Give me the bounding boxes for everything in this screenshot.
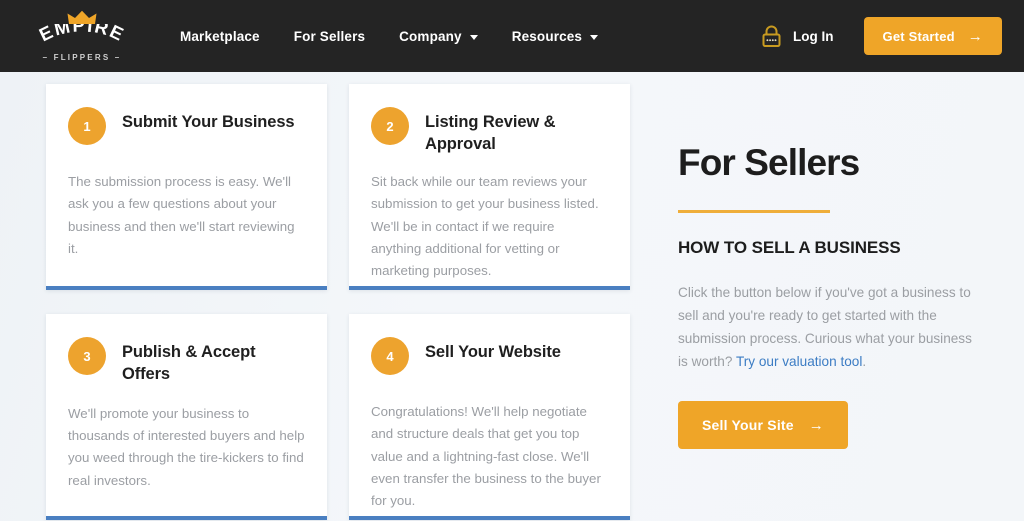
valuation-tool-link[interactable]: Try our valuation tool	[736, 354, 862, 369]
step-title: Listing Review & Approval	[425, 113, 556, 153]
step-description: Sit back while our team reviews your sub…	[371, 174, 599, 279]
sidebar-description: Click the button below if you've got a b…	[678, 281, 978, 373]
logo-wordmark: EMPIRE	[36, 24, 128, 45]
get-started-button[interactable]: Get Started →	[863, 17, 1002, 55]
arrow-right-icon: →	[967, 27, 983, 45]
header-actions: Log In Get Started →	[761, 17, 1002, 55]
padlock-icon	[762, 25, 781, 47]
site-header: EMPIRE – FLIPPERS – Marketplace For Sell…	[0, 0, 1024, 72]
step-description: We'll promote your business to thousands…	[68, 405, 305, 488]
step-card-2[interactable]: 2 Listing Review & Approval Sit back whi…	[349, 84, 630, 290]
step-number-badge: 2	[371, 107, 409, 145]
step-number-badge: 1	[68, 107, 106, 145]
step-card-3[interactable]: 3 Publish & Accept Offers We'll promote …	[46, 314, 327, 520]
nav-item-company[interactable]: Company	[399, 29, 478, 44]
step-card-header: 2 Listing Review & Approval	[371, 106, 608, 154]
step-card-header: 3 Publish & Accept Offers	[68, 336, 305, 386]
step-card-header: 1 Submit Your Business	[68, 106, 305, 154]
section-subheading: HOW TO SELL A BUSINESS	[678, 238, 901, 257]
nav-label: Marketplace	[180, 28, 260, 44]
title-divider	[678, 210, 830, 213]
steps-grid: 1 Submit Your Business The submission pr…	[46, 84, 630, 520]
chevron-down-icon	[590, 34, 599, 40]
nav-item-marketplace[interactable]: Marketplace	[180, 29, 260, 44]
step-card-header: 4 Sell Your Website	[371, 336, 608, 384]
logo[interactable]: EMPIRE – FLIPPERS –	[28, 8, 136, 64]
sidebar-description-tail: .	[862, 354, 867, 370]
step-number-badge: 3	[68, 337, 106, 375]
svg-text:EMPIRE: EMPIRE	[36, 24, 128, 45]
step-number-badge: 4	[371, 337, 409, 375]
login-button[interactable]: Log In	[761, 25, 834, 48]
sell-your-site-button[interactable]: Sell Your Site →	[678, 401, 848, 450]
step-title: Publish & Accept Offers	[122, 343, 256, 383]
arrow-right-icon: →	[808, 416, 824, 434]
login-label: Log In	[793, 28, 834, 44]
steps-column: 1 Submit Your Business The submission pr…	[0, 84, 646, 521]
step-card-4[interactable]: 4 Sell Your Website Congratulations! We'…	[349, 314, 630, 520]
step-description: The submission process is easy. We'll as…	[68, 174, 295, 256]
sell-your-site-label: Sell Your Site	[702, 417, 794, 434]
logo-subtitle: – FLIPPERS –	[42, 53, 122, 62]
logo-name: EMPIRE	[36, 24, 127, 45]
get-started-label: Get Started	[882, 28, 955, 44]
page-title: For Sellers	[678, 142, 860, 183]
sidebar-panel: For Sellers HOW TO SELL A BUSINESS Click…	[646, 84, 1024, 521]
step-card-1[interactable]: 1 Submit Your Business The submission pr…	[46, 84, 327, 290]
main-content: 1 Submit Your Business The submission pr…	[0, 72, 1024, 521]
nav-item-for-sellers[interactable]: For Sellers	[294, 29, 365, 44]
chevron-down-icon	[469, 34, 478, 40]
nav-label: Company	[399, 28, 462, 44]
nav-label: Resources	[511, 28, 583, 44]
main-navigation: Marketplace For Sellers Company Resource…	[180, 28, 599, 44]
step-title: Sell Your Website	[425, 343, 561, 361]
nav-label: For Sellers	[293, 28, 366, 44]
step-title: Submit Your Business	[122, 113, 295, 131]
nav-item-resources[interactable]: Resources	[511, 28, 599, 44]
step-description: Congratulations! We'll help negotiate an…	[371, 404, 601, 509]
